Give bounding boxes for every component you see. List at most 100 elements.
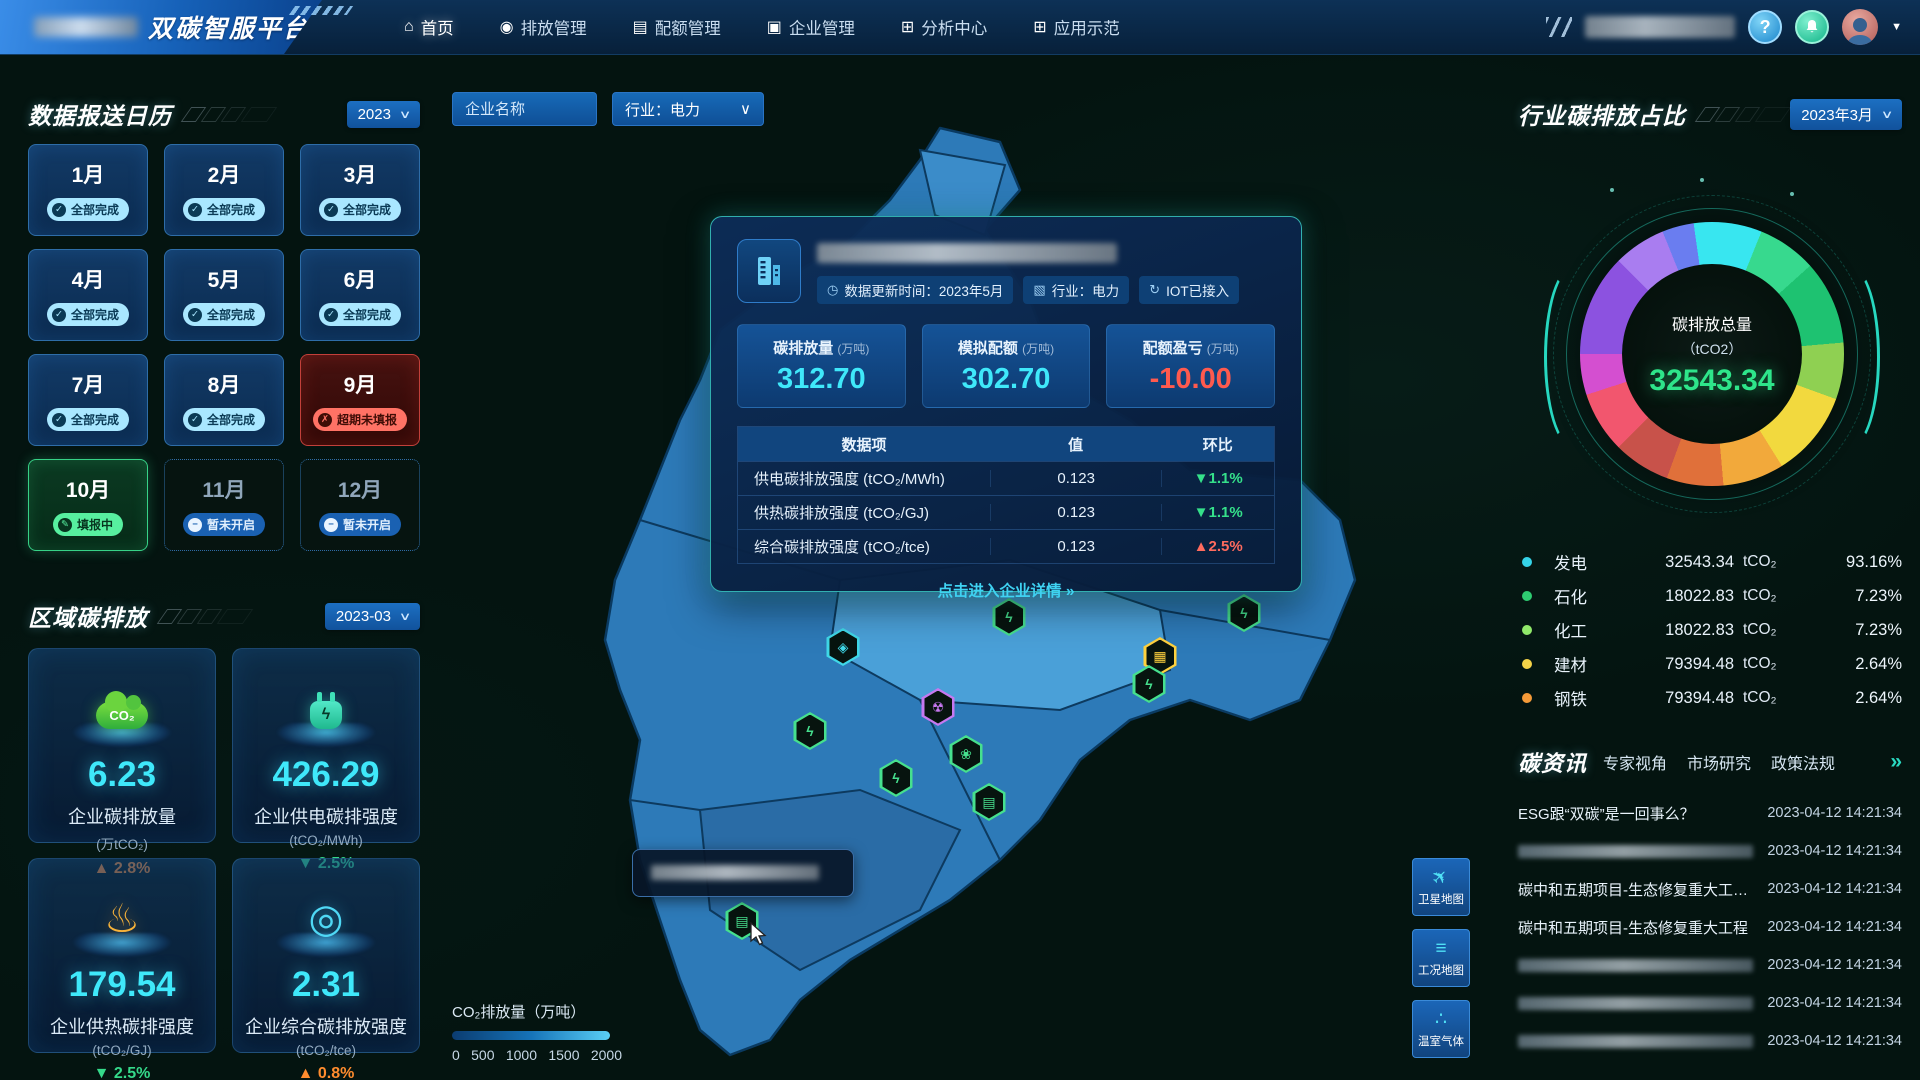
legend-unit: tCO₂ <box>1743 587 1789 605</box>
popup-metric-value: 302.70 <box>962 363 1051 396</box>
year-dropdown[interactable]: 2023 ∨ <box>347 101 420 128</box>
month-card[interactable]: 4月 ✓ 全部完成 <box>28 249 148 341</box>
metric-label: 企业供热碳排强度 <box>29 1013 215 1039</box>
status-badge: ✓ 全部完成 <box>183 408 265 431</box>
status-badge: ✓ 全部完成 <box>47 198 129 221</box>
nav-item[interactable]: ▤ 配额管理 <box>633 15 721 39</box>
metric-card: ♨ 179.54 企业供热碳排强度 (tCO₂/GJ) ▼ 2.5% <box>28 858 216 1053</box>
legend-row[interactable]: 建材 79394.48 tCO₂ 2.64% <box>1522 647 1902 681</box>
notifications-button[interactable] <box>1795 10 1829 44</box>
popup-metric-box: 配额盈亏 (万吨) -10.00 <box>1106 324 1275 408</box>
popup-metrics: 碳排放量 (万吨) 312.70 模拟配额 (万吨) 302.70 配额盈亏 (… <box>737 324 1275 408</box>
nav-item[interactable]: ▣ 企业管理 <box>767 15 855 39</box>
calendar-section-header: 数据报送日历 2023 ∨ <box>28 96 420 132</box>
status-text: 全部完成 <box>207 201 255 218</box>
news-tab[interactable]: 市场研究 <box>1687 750 1751 774</box>
status-icon: ✓ <box>52 203 66 217</box>
news-item[interactable]: 2023-04-12 14:21:34 <box>1518 1022 1902 1060</box>
month-card[interactable]: 8月 ✓ 全部完成 <box>164 354 284 446</box>
popup-metric-box: 碳排放量 (万吨) 312.70 <box>737 324 906 408</box>
industry-period-dropdown[interactable]: 2023年3月 ∨ <box>1790 99 1902 130</box>
popup-metric-unit: (万吨) <box>837 342 869 356</box>
news-item-time: 2023-04-12 14:21:34 <box>1767 919 1902 935</box>
legend-name: 化工 <box>1554 618 1624 642</box>
nav-item[interactable]: ⊞ 应用示范 <box>1033 15 1119 39</box>
news-more-button[interactable]: » <box>1890 750 1902 774</box>
legend-row[interactable]: 化工 18022.83 tCO₂ 7.23% <box>1522 613 1902 647</box>
status-icon: − <box>188 518 202 532</box>
month-card[interactable]: 1月 ✓ 全部完成 <box>28 144 148 236</box>
news-tab[interactable]: 政策法规 <box>1771 750 1835 774</box>
industry-title: 行业碳排放占比 <box>1518 97 1686 131</box>
metric-trend: ▼ 2.5% <box>29 1065 215 1080</box>
news-item[interactable]: 2023-04-12 14:21:34 <box>1518 946 1902 984</box>
region-metric-cards: CO₂ 6.23 企业碳排放量 (万tCO₂) ▲ 2.8% 426.29 企业… <box>28 648 420 1053</box>
month-label: 7月 <box>72 369 105 399</box>
nav-item[interactable]: ⊞ 分析中心 <box>901 15 987 39</box>
table-header: 数据项 值 环比 <box>738 427 1274 461</box>
nav-item[interactable]: ◉ 排放管理 <box>500 15 587 39</box>
month-grid: 1月 ✓ 全部完成 2月 ✓ 全部完成 3月 <box>28 144 420 551</box>
donut-center-label: 碳排放总量 <box>1672 311 1752 335</box>
legend-value: 79394.48 <box>1624 689 1734 708</box>
region-period-dropdown[interactable]: 2023-03 ∨ <box>325 603 420 630</box>
legend-row[interactable]: 石化 18022.83 tCO₂ 7.23% <box>1522 579 1902 613</box>
month-card[interactable]: 6月 ✓ 全部完成 <box>300 249 420 341</box>
row-name: 供热碳排放强度 (tCO₂/GJ) <box>738 502 990 523</box>
search-input[interactable] <box>452 92 597 126</box>
bell-icon <box>1804 19 1820 35</box>
status-badge: ✓ 全部完成 <box>47 408 129 431</box>
month-card[interactable]: 10月 ✎ 填报中 <box>28 459 148 551</box>
layer-button[interactable]: ✈ 卫星地图 <box>1412 858 1470 916</box>
legend-percent: 2.64% <box>1789 655 1902 674</box>
help-button[interactable]: ? <box>1748 10 1782 44</box>
legend-row[interactable]: 发电 32543.34 tCO₂ 93.16% <box>1522 545 1902 579</box>
nav-item-icon: ◉ <box>500 17 514 37</box>
news-item[interactable]: 2023-04-12 14:21:34 <box>1518 832 1902 870</box>
month-card[interactable]: 12月 − 暂未开启 <box>300 459 420 551</box>
layer-button[interactable]: ≡ 工况地图 <box>1412 929 1470 987</box>
legend-value: 18022.83 <box>1624 621 1734 640</box>
legend-dot <box>1522 659 1532 669</box>
month-card[interactable]: 2月 ✓ 全部完成 <box>164 144 284 236</box>
nav-item-icon: ⊞ <box>1033 17 1046 37</box>
month-card[interactable]: 5月 ✓ 全部完成 <box>164 249 284 341</box>
month-label: 4月 <box>72 264 105 294</box>
row-name: 供电碳排放强度 (tCO₂/MWh) <box>738 468 990 489</box>
news-tab[interactable]: 专家视角 <box>1603 750 1667 774</box>
month-card[interactable]: 3月 ✓ 全部完成 <box>300 144 420 236</box>
news-item[interactable]: 2023-04-12 14:21:34 <box>1518 984 1902 1022</box>
month-card[interactable]: 11月 − 暂未开启 <box>164 459 284 551</box>
metric-trend: ▲ 0.8% <box>233 1065 419 1080</box>
industry-donut-chart: 碳排放总量 （tCO2） 32543.34 <box>1580 222 1844 486</box>
popup-metric-label: 模拟配额 <box>958 340 1018 357</box>
industry-filter-dropdown[interactable]: 行业：电力 ∨ <box>612 92 764 126</box>
chevron-down-icon: ∨ <box>399 108 412 121</box>
legend-row[interactable]: 钢铁 79394.48 tCO₂ 2.64% <box>1522 681 1902 715</box>
news-item[interactable]: ESG跟“双碳”是一回事么？ 2023-04-12 14:21:34 <box>1518 794 1902 832</box>
legend-value: 18022.83 <box>1624 587 1734 606</box>
news-item[interactable]: 碳中和五期项目-生态修复重大工程... 2023-04-12 14:21:34 <box>1518 870 1902 908</box>
avatar[interactable] <box>1842 9 1878 45</box>
news-tabs: 专家视角市场研究政策法规 <box>1603 750 1835 774</box>
marker-icon: ϟ <box>1145 676 1152 692</box>
month-label: 5月 <box>208 264 241 294</box>
nav-item[interactable]: ⌂ 首页 <box>404 15 454 39</box>
metric-value: 6.23 <box>29 755 215 795</box>
metric-icon: ◎ <box>309 899 344 939</box>
month-card[interactable]: 9月 ✗ 超期未填报 <box>300 354 420 446</box>
enterprise-detail-link[interactable]: 点击进入企业详情 » <box>737 579 1275 601</box>
scale-tick: 2000 <box>591 1047 622 1063</box>
scale-gradient-bar <box>452 1031 610 1040</box>
industry-legend: 发电 32543.34 tCO₂ 93.16% 石化 18022.83 tCO₂… <box>1522 545 1902 715</box>
legend-dot <box>1522 591 1532 601</box>
chevron-down-icon[interactable]: ▼ <box>1891 21 1902 33</box>
layer-button[interactable]: ∴ 温室气体 <box>1412 1000 1470 1058</box>
metric-icon <box>310 701 342 729</box>
logo-redacted <box>34 17 138 37</box>
news-item[interactable]: 碳中和五期项目-生态修复重大工程 2023-04-12 14:21:34 <box>1518 908 1902 946</box>
metric-unit: (万tCO₂) <box>29 833 215 853</box>
month-label: 9月 <box>344 369 377 399</box>
month-card[interactable]: 7月 ✓ 全部完成 <box>28 354 148 446</box>
month-label: 10月 <box>66 474 110 504</box>
